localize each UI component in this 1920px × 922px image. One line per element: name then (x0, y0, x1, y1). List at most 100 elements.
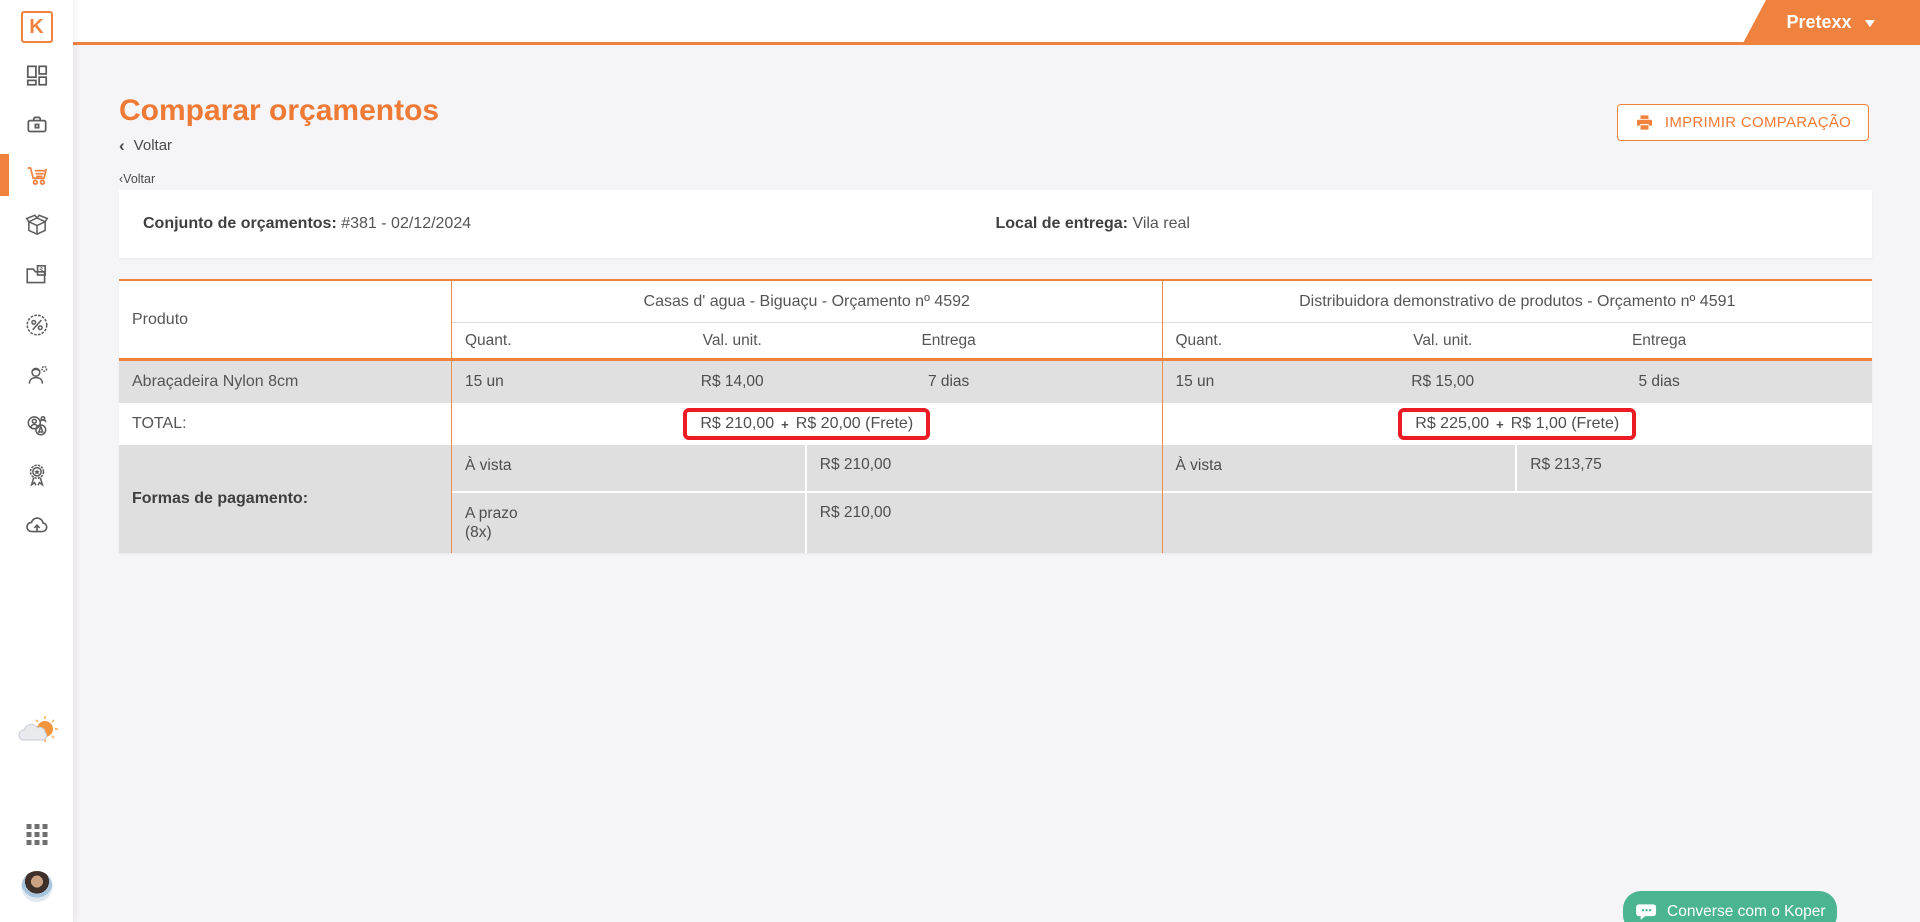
back-chevron-icon: ‹ (119, 139, 125, 153)
product-row: Abraçadeira Nylon 8cm 15 un R$ 14,00 7 d… (119, 361, 1872, 403)
sidebar-item-customers[interactable] (0, 400, 73, 450)
briefcase-icon (24, 112, 50, 138)
payment-row-empty (1163, 491, 1873, 553)
sidebar-item-briefcase[interactable] (0, 100, 73, 150)
sidebar-item-backup[interactable] (0, 500, 73, 550)
product-name-cell: Abraçadeira Nylon 8cm (119, 361, 451, 403)
account-name: Pretexx (1787, 12, 1852, 33)
supplier-2-name: Distribuidora demonstrativo de produtos … (1163, 281, 1873, 323)
payment-row: À vista R$ 210,00 (452, 445, 1162, 491)
worker-settings-icon (24, 362, 50, 388)
supplier-2-payments: À vista R$ 213,75 (1162, 445, 1873, 553)
supplier-2-quantity: 15 un (1163, 373, 1333, 391)
sidebar-item-suppliers[interactable] (0, 350, 73, 400)
supplier-1-total-cell: R$ 210,00 + R$ 20,00 (Frete) (451, 403, 1162, 445)
award-ribbon-icon (24, 462, 50, 488)
delivery-header: Entrega (1553, 332, 1766, 350)
plus-icon: + (1496, 417, 1504, 432)
total-row: TOTAL: R$ 210,00 + R$ 20,00 (Frete) R$ 2… (119, 403, 1872, 445)
account-menu[interactable]: Pretexx ▼ (1742, 0, 1920, 45)
payment-row: À vista R$ 213,75 (1163, 445, 1873, 491)
sidebar-item-certificates[interactable] (0, 450, 73, 500)
comparison-table: Produto Casas d' agua - Biguaçu - Orçame… (119, 279, 1872, 553)
back-label: Voltar (134, 137, 172, 154)
supplier-1-payment-2-value: R$ 210,00 (807, 493, 1162, 553)
supplier-1-name: Casas d' agua - Biguaçu - Orçamento nº 4… (452, 281, 1162, 323)
supplier-1-total-value: R$ 210,00 (700, 415, 774, 433)
sidebar-item-products[interactable] (0, 200, 73, 250)
shopping-cart-icon (24, 162, 50, 188)
supplier-2-payment-1-value: R$ 213,75 (1517, 445, 1872, 491)
back-link-small[interactable]: ‹Voltar (119, 172, 155, 186)
supplier-2-total-highlight: R$ 225,00 + R$ 1,00 (Frete) (1398, 408, 1636, 440)
chat-with-koper-button[interactable]: Converse com o Koper (1623, 891, 1837, 922)
svg-text:$: $ (39, 268, 43, 275)
supplier-1-payments: À vista R$ 210,00 A prazo (8x) R$ 210,00 (451, 445, 1162, 553)
weather-icon (14, 712, 60, 748)
supplier-1-subheaders: Quant. Val. unit. Entrega (452, 323, 1162, 358)
supplier-2-subheaders: Quant. Val. unit. Entrega (1163, 323, 1873, 358)
budget-set-label: Conjunto de orçamentos: (143, 215, 337, 232)
print-button-label: IMPRIMIR COMPARAÇÃO (1665, 114, 1851, 131)
weather-widget[interactable] (14, 712, 60, 753)
chevron-down-icon: ▼ (1861, 16, 1878, 30)
supplier-2-freight-value: R$ 1,00 (Frete) (1511, 415, 1619, 433)
unit-value-header: Val. unit. (1333, 332, 1553, 350)
supplier-1-header: Casas d' agua - Biguaçu - Orçamento nº 4… (451, 281, 1162, 358)
supplier-2-delivery: 5 dias (1553, 373, 1766, 391)
folder-money-icon: $ (24, 262, 50, 288)
quant-header: Quant. (452, 332, 622, 350)
sidebar: K (0, 0, 73, 922)
dashboard-icon (24, 62, 50, 88)
delivery-label: Local de entrega: (996, 215, 1128, 232)
supplier-2-header: Distribuidora demonstrativo de produtos … (1162, 281, 1873, 358)
delivery-info: Local de entrega: Vila real (996, 215, 1190, 233)
apps-grid-button[interactable] (26, 824, 47, 845)
supplier-1-delivery: 7 dias (842, 373, 1055, 391)
summary-card: Conjunto de orçamentos: #381 - 02/12/202… (119, 190, 1872, 258)
sidebar-item-finance[interactable]: $ (0, 250, 73, 300)
printer-icon (1635, 113, 1654, 132)
print-comparison-button[interactable]: IMPRIMIR COMPARAÇÃO (1617, 104, 1869, 141)
total-label-cell: TOTAL: (119, 403, 451, 445)
unit-value-header: Val. unit. (622, 332, 842, 350)
budget-set-info: Conjunto de orçamentos: #381 - 02/12/202… (119, 215, 471, 233)
supplier-1-product-cells: 15 un R$ 14,00 7 dias (451, 361, 1162, 403)
customers-icon (24, 412, 50, 438)
sidebar-item-dashboard[interactable] (0, 50, 73, 100)
supplier-2-product-cells: 15 un R$ 15,00 5 dias (1162, 361, 1873, 403)
supplier-1-payment-2-method: A prazo (8x) (452, 493, 807, 553)
empty-cell (1163, 493, 1518, 553)
app-logo[interactable]: K (21, 11, 53, 43)
app-root: Pretexx ▼ K (0, 0, 1920, 922)
supplier-1-quantity: 15 un (452, 373, 622, 391)
chat-bubble-icon (1636, 903, 1658, 922)
supplier-1-payment-1-value: R$ 210,00 (807, 445, 1162, 491)
payments-label-cell: Formas de pagamento: (119, 445, 451, 553)
page-title: Comparar orçamentos (119, 94, 439, 128)
sidebar-item-discounts[interactable] (0, 300, 73, 350)
delivery-header: Entrega (842, 332, 1055, 350)
supplier-1-payment-1-method: À vista (452, 445, 807, 491)
back-small-label: Voltar (123, 172, 155, 186)
product-column-header: Produto (119, 281, 451, 358)
delivery-value: Vila real (1132, 215, 1190, 232)
supplier-2-total-value: R$ 225,00 (1415, 415, 1489, 433)
table-header: Produto Casas d' agua - Biguaçu - Orçame… (119, 281, 1872, 361)
back-link[interactable]: ‹ Voltar (119, 137, 172, 154)
topbar: Pretexx ▼ (73, 0, 1920, 45)
plus-icon: + (781, 417, 789, 432)
user-avatar[interactable] (21, 871, 52, 902)
supplier-2-total-cell: R$ 225,00 + R$ 1,00 (Frete) (1162, 403, 1873, 445)
chat-button-label: Converse com o Koper (1667, 903, 1826, 921)
sidebar-item-purchases[interactable] (0, 150, 73, 200)
cloud-upload-icon (24, 512, 50, 538)
supplier-1-freight-value: R$ 20,00 (Frete) (796, 415, 913, 433)
supplier-1-unit-value: R$ 14,00 (622, 373, 842, 391)
open-box-icon (24, 212, 50, 238)
budget-set-value: #381 - 02/12/2024 (341, 215, 471, 232)
supplier-1-total-highlight: R$ 210,00 + R$ 20,00 (Frete) (683, 408, 930, 440)
discount-percent-icon (24, 312, 50, 338)
quant-header: Quant. (1163, 332, 1333, 350)
payments-rows: Formas de pagamento: À vista R$ 210,00 A… (119, 445, 1872, 553)
